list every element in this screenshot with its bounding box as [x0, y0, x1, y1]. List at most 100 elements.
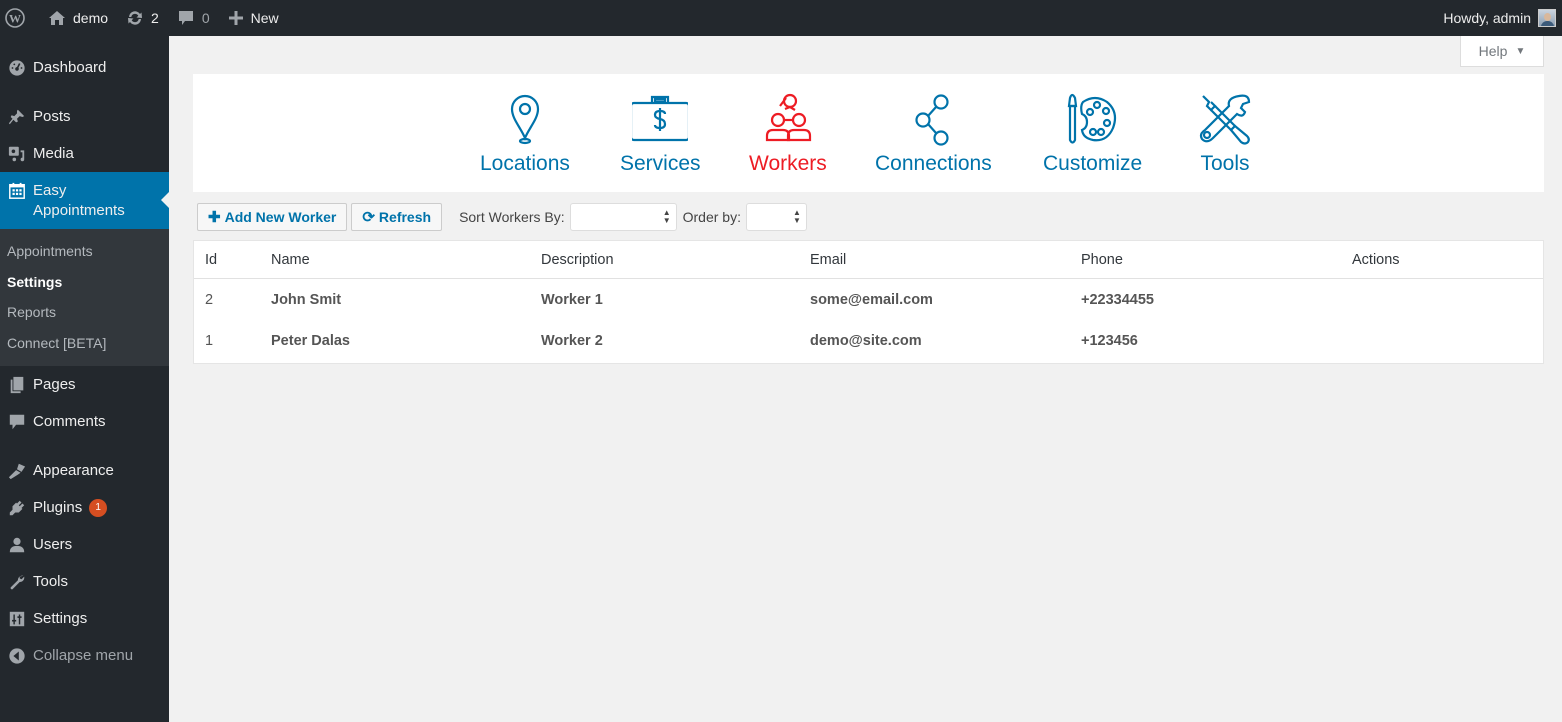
column-header-name[interactable]: Name — [271, 252, 541, 268]
table-row[interactable]: 1 Peter Dalas Worker 2 demo@site.com +12… — [194, 320, 1543, 361]
nav-item-tools[interactable]: Tools — [1197, 74, 1253, 176]
nav-item-locations[interactable]: Locations — [480, 74, 570, 176]
collapse-menu-button[interactable]: Collapse menu — [0, 637, 169, 674]
sidebar-label: Dashboard — [33, 59, 107, 76]
new-content-link[interactable]: New — [219, 0, 288, 36]
wordpress-logo-icon: W — [5, 8, 25, 28]
brush-icon — [0, 462, 33, 480]
help-tab-button[interactable]: Help ▼ — [1460, 36, 1544, 67]
column-header-id[interactable]: Id — [194, 252, 271, 268]
cell-description: Worker 1 — [541, 291, 603, 308]
updates-icon — [126, 9, 144, 27]
submenu-item-settings[interactable]: Settings — [0, 267, 169, 298]
user-icon — [0, 536, 33, 554]
sidebar-item-appearance[interactable]: Appearance — [0, 452, 169, 489]
workers-table: Id Name Description Email Phone Actions … — [193, 240, 1544, 364]
sidebar-label: Plugins — [33, 499, 83, 516]
new-label: New — [250, 10, 279, 26]
admin-sidebar: Dashboard Posts Media Easy Appointments … — [0, 36, 169, 722]
settings-nav-panel: Locations Services Workers Connections C… — [193, 74, 1544, 192]
comments-link[interactable]: 0 — [168, 0, 219, 36]
calendar-icon — [0, 182, 33, 200]
order-by-label: Order by: — [682, 209, 741, 225]
collapse-icon — [0, 647, 33, 665]
table-header-row: Id Name Description Email Phone Actions — [194, 241, 1543, 279]
table-row[interactable]: 2 John Smit Worker 1 some@email.com +223… — [194, 279, 1543, 320]
greeting: Howdy, admin — [1443, 10, 1531, 26]
column-header-phone[interactable]: Phone — [1081, 252, 1352, 268]
help-label: Help — [1478, 43, 1508, 59]
column-header-actions: Actions — [1352, 251, 1400, 268]
sidebar-label: Easy Appointments — [33, 181, 125, 221]
nav-item-customize[interactable]: Customize — [1043, 74, 1142, 176]
submenu-item-connect[interactable]: Connect [BETA] — [0, 328, 169, 359]
nav-item-workers[interactable]: Workers — [749, 74, 827, 176]
plus-icon — [228, 10, 244, 26]
nav-label: Services — [620, 152, 701, 175]
sidebar-label-line1: Easy — [33, 182, 67, 199]
sidebar-label: Collapse menu — [33, 647, 134, 664]
cell-id: 1 — [205, 332, 214, 349]
sidebar-item-pages[interactable]: Pages — [0, 366, 169, 403]
caret-down-icon: ▼ — [1515, 45, 1526, 57]
nav-label: Workers — [749, 152, 827, 175]
workers-icon — [765, 93, 811, 142]
order-by-select[interactable]: ▲ ▼ — [745, 203, 807, 231]
nav-label: Tools — [1200, 152, 1250, 175]
table-body: 2 John Smit Worker 1 some@email.com +223… — [194, 279, 1543, 363]
cell-email: demo@site.com — [810, 332, 922, 349]
submenu-item-reports[interactable]: Reports — [0, 297, 169, 328]
sidebar-item-plugins[interactable]: Plugins 1 — [0, 489, 169, 526]
cell-name: John Smit — [271, 291, 342, 308]
nav-item-services[interactable]: Services — [620, 74, 701, 176]
site-name-link[interactable]: demo — [39, 0, 117, 36]
select-arrows-icon: ▲ ▼ — [793, 208, 801, 225]
comment-icon — [177, 9, 195, 27]
refresh-button[interactable]: ⟳ Refresh — [351, 203, 443, 231]
plus-icon: ✚ — [208, 209, 221, 226]
sort-workers-label: Sort Workers By: — [459, 209, 565, 225]
sidebar-item-dashboard[interactable]: Dashboard — [0, 49, 169, 86]
sidebar-item-posts[interactable]: Posts — [0, 98, 169, 135]
sidebar-item-easy-appointments[interactable]: Easy Appointments — [0, 172, 169, 229]
cell-email: some@email.com — [810, 291, 933, 308]
sidebar-label: Pages — [33, 376, 76, 393]
comment-icon — [0, 413, 33, 431]
sidebar-item-settings[interactable]: Settings — [0, 600, 169, 637]
tools-icon — [1199, 94, 1251, 145]
cell-id: 2 — [205, 291, 214, 308]
column-header-email[interactable]: Email — [810, 252, 1081, 268]
refresh-label: Refresh — [378, 209, 432, 225]
home-icon — [48, 10, 66, 26]
sort-workers-select[interactable]: ▲ ▼ — [569, 203, 677, 231]
sidebar-label: Comments — [33, 413, 106, 430]
my-account[interactable]: Howdy, admin — [1443, 0, 1562, 36]
dashboard-icon — [0, 59, 33, 77]
sidebar-item-users[interactable]: Users — [0, 526, 169, 563]
add-new-worker-button[interactable]: ✚ Add New Worker — [197, 203, 348, 231]
comments-count: 0 — [201, 10, 210, 26]
nav-label: Customize — [1043, 152, 1143, 175]
cell-phone: +22334455 — [1081, 291, 1154, 308]
nav-label: Connections — [875, 152, 992, 175]
updates-link[interactable]: 2 — [117, 0, 168, 36]
avatar — [1538, 9, 1556, 27]
share-icon — [915, 94, 949, 146]
media-icon — [0, 145, 33, 163]
sidebar-label: Settings — [33, 610, 88, 627]
nav-item-connections[interactable]: Connections — [875, 74, 992, 176]
sidebar-item-media[interactable]: Media — [0, 135, 169, 172]
submenu-item-appointments[interactable]: Appointments — [0, 236, 169, 267]
plugins-update-badge: 1 — [89, 498, 108, 517]
sidebar-item-comments[interactable]: Comments — [0, 403, 169, 440]
svg-text:W: W — [9, 12, 21, 26]
wordpress-logo-button[interactable]: W — [0, 0, 39, 36]
refresh-icon: ⟳ — [362, 209, 375, 226]
briefcase-dollar-icon — [632, 95, 689, 142]
add-new-worker-label: Add New Worker — [224, 209, 337, 225]
sidebar-label-line2: Appointments — [33, 202, 125, 219]
cell-description: Worker 2 — [541, 332, 603, 349]
sidebar-label: Media — [33, 145, 74, 162]
column-header-description[interactable]: Description — [541, 252, 810, 268]
sidebar-item-tools[interactable]: Tools — [0, 563, 169, 600]
